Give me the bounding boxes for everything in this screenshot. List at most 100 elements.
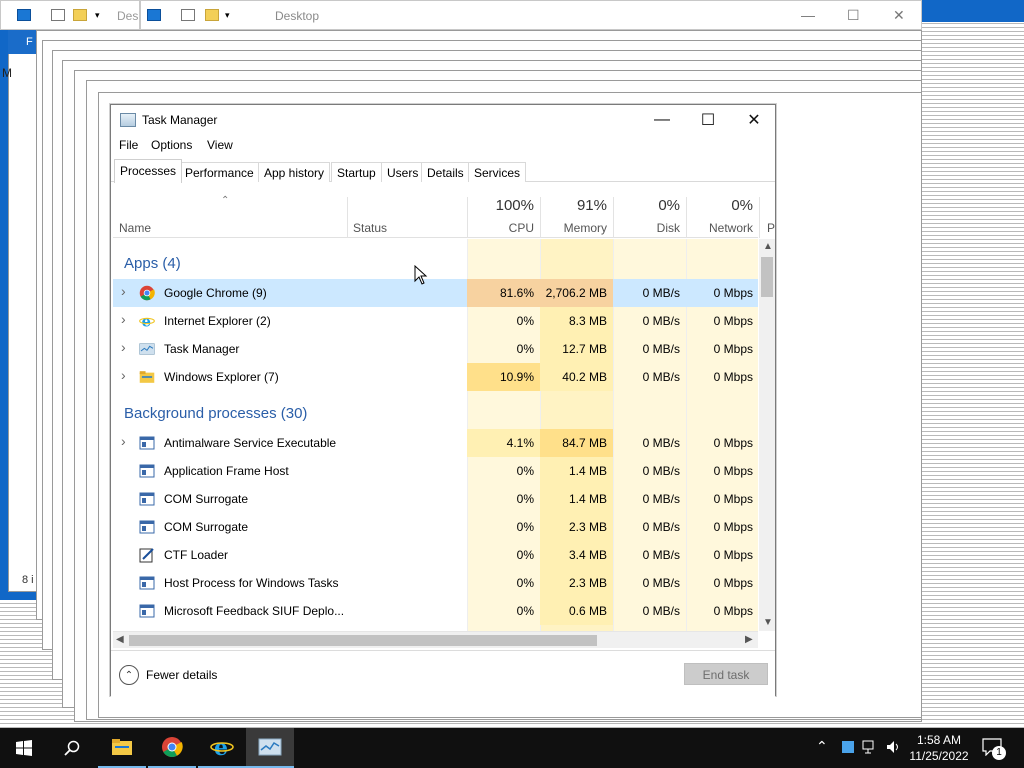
tab-details[interactable]: Details <box>421 162 470 182</box>
footer-bar: ⌃ Fewer details End task <box>111 650 775 697</box>
process-network: 0 Mbps <box>713 286 753 300</box>
fewer-details-link[interactable]: Fewer details <box>146 668 217 682</box>
process-row[interactable]: CTF Loader 0% 3.4 MB 0 MB/s 0 Mbps <box>113 541 758 569</box>
vertical-scrollbar[interactable]: ▲ ▼ <box>759 239 775 631</box>
process-row[interactable]: › Windows Explorer (7) 10.9% 40.2 MB 0 MB/s 0… <box>113 363 758 391</box>
menu-options[interactable]: Options <box>151 138 192 152</box>
chevron-up-icon[interactable]: ⌃ <box>119 665 139 685</box>
scroll-down-icon[interactable]: ▼ <box>763 617 773 628</box>
menu-file[interactable]: File <box>119 138 138 152</box>
process-row[interactable]: › e Internet Explorer (2) 0% 8.3 MB 0 MB/s 0 M… <box>113 307 758 335</box>
tab-services[interactable]: Services <box>468 162 527 182</box>
explorer-close-button[interactable]: ✕ <box>893 7 905 24</box>
tab-strip: Processes Performance App history Startu… <box>111 159 775 183</box>
process-row[interactable]: › Antimalware Service Executable 4.1% 84.7 … <box>113 429 758 457</box>
scroll-left-icon[interactable]: ◀ <box>116 634 124 645</box>
network-total: 0% <box>731 197 753 214</box>
search-icon <box>64 740 80 756</box>
process-row[interactable]: Application Frame Host 0% 1.4 MB 0 MB/s 0 Mb… <box>113 457 758 485</box>
action-center-button[interactable]: 1 <box>982 738 1006 760</box>
search-button[interactable] <box>48 728 96 768</box>
tab-users[interactable]: Users <box>381 162 425 182</box>
minimize-button[interactable]: — <box>639 105 685 135</box>
expand-chevron-icon[interactable]: › <box>121 283 126 299</box>
process-cpu: 0% <box>516 604 534 618</box>
dropdown-icon: ▾ <box>95 10 100 20</box>
monitor-icon <box>17 9 31 21</box>
process-row[interactable]: COM Surrogate 0% 2.3 MB 0 MB/s 0 Mbps <box>113 513 758 541</box>
mouse-cursor-icon <box>414 265 428 285</box>
tab-processes[interactable]: Processes <box>114 159 183 183</box>
desktop-background-strip <box>920 0 1024 22</box>
process-network: 0 Mbps <box>713 314 753 328</box>
process-cpu: 0% <box>516 464 534 478</box>
taskbar-internet-explorer[interactable]: e <box>198 728 246 768</box>
process-cpu: 0% <box>516 576 534 590</box>
end-task-button[interactable]: End task <box>684 663 768 685</box>
defender-tray-icon[interactable] <box>842 741 854 753</box>
internet-explorer-icon: e <box>210 736 234 758</box>
window-title: Task Manager <box>142 113 218 127</box>
chrome-icon <box>162 737 183 757</box>
process-disk: 0 MB/s <box>642 548 680 562</box>
show-hidden-icons-button[interactable]: ⌃ <box>816 738 828 755</box>
process-network: 0 Mbps <box>713 548 753 562</box>
taskbar-task-manager[interactable] <box>246 728 294 768</box>
horizontal-scrollbar[interactable]: ◀ ▶ <box>113 631 758 648</box>
column-power-partial[interactable]: P <box>767 221 775 235</box>
menu-view[interactable]: View <box>207 138 233 152</box>
expand-chevron-icon[interactable]: › <box>121 433 126 449</box>
explorer-titlebar: ▾ Desktop — ☐ ✕ <box>140 0 922 30</box>
taskbar-file-explorer[interactable] <box>98 728 146 768</box>
process-row[interactable]: COM Surrogate 0% 1.4 MB 0 MB/s 0 Mbps <box>113 485 758 513</box>
process-row[interactable]: Host Process for Windows Tasks 0% 2.3 MB 0 … <box>113 569 758 597</box>
clock-date: 11/25/2022 <box>909 749 969 763</box>
scroll-up-icon[interactable]: ▲ <box>763 241 773 252</box>
vertical-scroll-thumb[interactable] <box>761 257 773 297</box>
taskbar-chrome[interactable] <box>148 728 196 768</box>
process-row[interactable]: › Google Chrome (9) 81.6% 2,706.2 MB 0 MB/s 0… <box>113 279 758 307</box>
start-button[interactable] <box>0 728 48 768</box>
expand-chevron-icon[interactable]: › <box>121 311 126 327</box>
process-disk: 0 MB/s <box>642 436 680 450</box>
close-button[interactable]: ✕ <box>731 105 777 135</box>
task-manager-icon <box>139 341 155 357</box>
process-row[interactable]: Microsoft Feedback SIUF Deplo... 0% 0.6 MB… <box>113 597 758 625</box>
task-manager-icon <box>120 113 136 127</box>
explorer-maximize-button[interactable]: ☐ <box>847 7 860 24</box>
tab-startup[interactable]: Startup <box>331 162 382 182</box>
monitor-icon <box>147 9 161 21</box>
tab-app-history[interactable]: App history <box>258 162 331 182</box>
column-cpu[interactable]: 100% CPU <box>467 191 540 238</box>
horizontal-scroll-thumb[interactable] <box>129 635 597 646</box>
column-memory[interactable]: 91% Memory <box>540 191 613 238</box>
explorer-minimize-button[interactable]: — <box>801 7 815 23</box>
process-name: Windows Explorer (7) <box>164 370 279 384</box>
scroll-right-icon[interactable]: ▶ <box>745 634 753 645</box>
expand-chevron-icon[interactable]: › <box>121 367 126 383</box>
column-name[interactable]: Name <box>113 191 347 238</box>
process-network: 0 Mbps <box>713 604 753 618</box>
tab-performance[interactable]: Performance <box>179 162 260 182</box>
process-name: CTF Loader <box>164 548 229 562</box>
process-memory: 2.3 MB <box>540 513 613 541</box>
column-status[interactable]: Status <box>347 191 467 238</box>
explorer-title-partial: Des <box>117 9 139 23</box>
process-disk: 0 MB/s <box>642 314 680 328</box>
column-disk[interactable]: 0% Disk <box>613 191 686 238</box>
process-disk: 0 MB/s <box>642 342 680 356</box>
process-memory: 1.4 MB <box>540 457 613 485</box>
service-window-icon <box>139 603 155 619</box>
explorer-ribbon-file-tab[interactable]: F <box>8 30 36 54</box>
network-icon[interactable] <box>862 740 878 754</box>
process-disk: 0 MB/s <box>642 520 680 534</box>
process-memory: 0.6 MB <box>540 597 613 625</box>
maximize-button[interactable]: ☐ <box>685 105 731 135</box>
expand-chevron-icon[interactable]: › <box>121 339 126 355</box>
clock[interactable]: 1:58 AM 11/25/2022 <box>900 732 978 764</box>
process-name: COM Surrogate <box>164 492 249 506</box>
column-network[interactable]: 0% Network <box>686 191 759 238</box>
process-name: COM Surrogate <box>164 520 249 534</box>
process-network: 0 Mbps <box>713 576 753 590</box>
process-row[interactable]: › Task Manager 0% 12.7 MB 0 MB/s 0 Mbps <box>113 335 758 363</box>
